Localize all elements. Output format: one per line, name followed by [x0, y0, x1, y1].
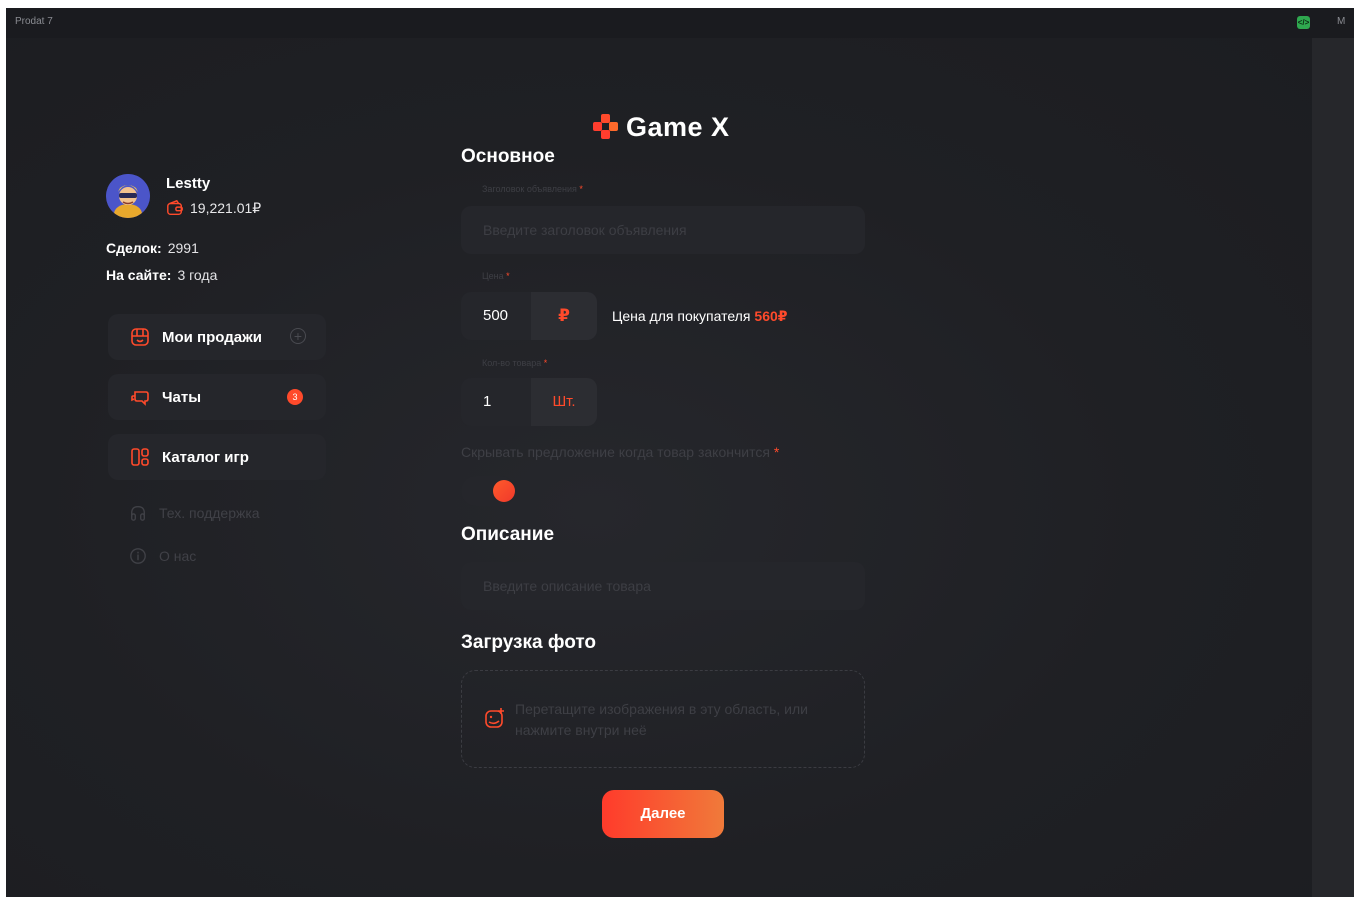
profile-balance: 19,221.01₽ [166, 198, 261, 218]
app-window: Prodat 7 </> M Game X Lestty 19,221.01₽ … [6, 8, 1354, 897]
unit-selector[interactable]: Шт. [531, 378, 597, 426]
sidebar-item-game-catalog[interactable]: Каталог игр [108, 434, 326, 480]
sidebar-item-label: О нас [159, 548, 197, 564]
buyer-price-amount: 560₽ [754, 308, 788, 324]
price-value: 500 [483, 307, 509, 324]
sidebar-item-label: Тех. поддержка [159, 505, 260, 521]
next-button[interactable]: Далее [602, 790, 724, 838]
image-upload-icon [485, 708, 504, 728]
hide-offer-toggle[interactable] [461, 476, 515, 506]
page-canvas: Game X Lestty 19,221.01₽ Сделок: 2991 На… [6, 38, 1312, 897]
add-sale-icon[interactable]: + [290, 328, 306, 344]
brand-name: Game X [626, 111, 730, 142]
sidebar-item-my-sales[interactable]: Мои продажи + [108, 314, 326, 360]
title-input-placeholder: Введите заголовок объявления [483, 222, 687, 238]
sidebar-item-label: Каталог игр [162, 448, 249, 466]
section-title-main: Основное [461, 146, 555, 167]
chat-icon [131, 391, 149, 406]
sidebar-item-about[interactable]: О нас [129, 547, 196, 565]
info-icon [130, 548, 146, 564]
grid-icon [131, 448, 149, 466]
toggle-knob [493, 480, 515, 502]
quantity-value: 1 [483, 393, 492, 410]
chat-count-badge: 3 [287, 389, 303, 405]
stat-on-site: На сайте: 3 года [106, 267, 218, 283]
quantity-input[interactable]: 1 Шт. [461, 378, 597, 426]
currency-selector[interactable]: ₽ [531, 292, 597, 340]
profile-username: Lestty [166, 175, 211, 192]
balance-amount: 19,221.01₽ [190, 199, 262, 216]
dropzone-hint: Перетащите изображения в эту область, ил… [515, 701, 808, 738]
window-title: Prodat 7 [15, 16, 53, 27]
sidebar-item-chats[interactable]: Чаты 3 [108, 374, 326, 420]
headphones-icon [131, 506, 145, 521]
photo-dropzone[interactable]: Перетащите изображения в эту область, ил… [461, 670, 865, 768]
sidebar-item-label: Чаты [162, 388, 202, 406]
bag-icon [131, 328, 149, 346]
brand-logo[interactable]: Game X [593, 111, 730, 143]
titlebar-right-text: M [1337, 16, 1346, 27]
window-titlebar: Prodat 7 </> M [6, 8, 1354, 38]
title-field-label: Заголовок объявления * [482, 184, 583, 194]
section-title-description: Описание [461, 524, 555, 545]
price-input[interactable]: 500 ₽ [461, 292, 597, 340]
hide-offer-label: Скрывать предложение когда товар закончи… [461, 444, 780, 460]
buyer-price: Цена для покупателя 560₽ [612, 308, 788, 324]
wallet-icon [167, 199, 183, 216]
sidebar-item-label: Мои продажи [162, 328, 262, 346]
code-icon[interactable]: </> [1297, 16, 1310, 29]
stat-deals: Сделок: 2991 [106, 240, 199, 256]
price-field-label: Цена * [482, 271, 510, 281]
right-panel-strip [1312, 38, 1354, 897]
description-input[interactable]: Введите описание товара [461, 562, 865, 610]
sidebar-item-support[interactable]: Тех. поддержка [129, 504, 260, 522]
title-input[interactable]: Введите заголовок объявления [461, 206, 865, 254]
qty-field-label: Кол-во товара * [482, 358, 548, 368]
avatar[interactable] [106, 174, 150, 218]
logo-mark-icon [593, 114, 619, 140]
description-placeholder: Введите описание товара [483, 578, 651, 594]
section-title-upload: Загрузка фото [461, 632, 597, 653]
